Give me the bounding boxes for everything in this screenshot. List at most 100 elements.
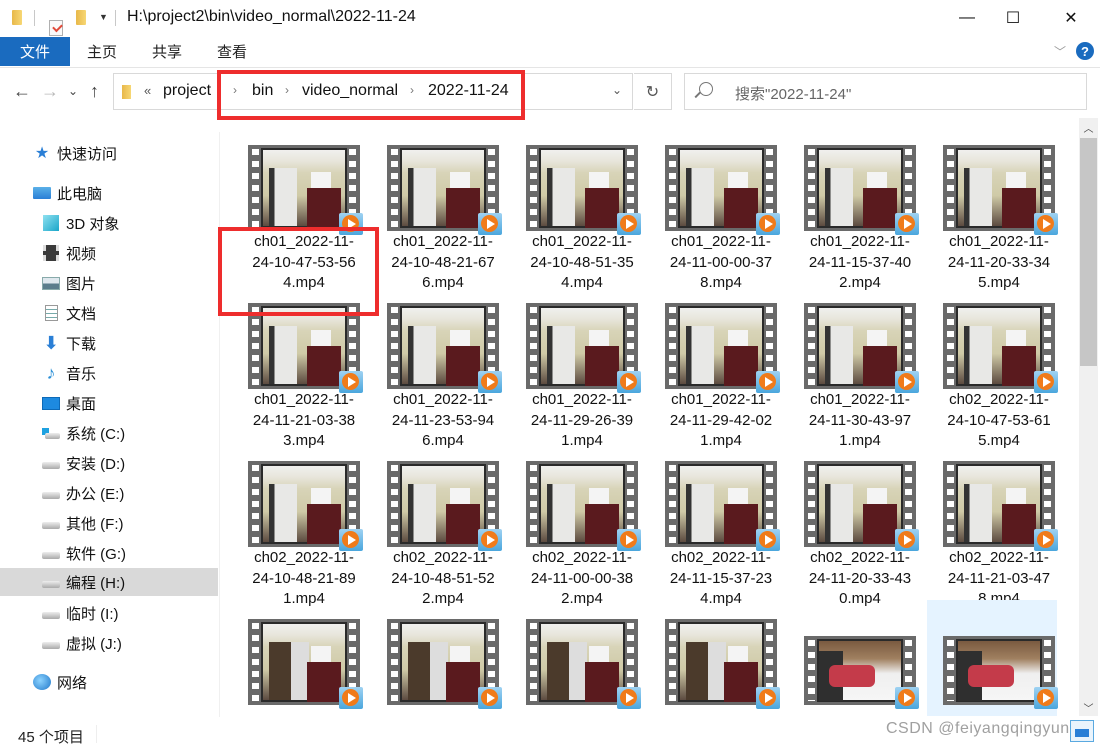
file-item[interactable]: ch01_2022-11- 24-11-15-37-40 2.mp4 (788, 126, 919, 291)
file-item[interactable]: ch02_2022-11- 24-10-47-53-61 5.mp4 (927, 284, 1058, 449)
video-thumbnail (943, 461, 1058, 551)
sidebar-item-pictures[interactable]: 图片 (0, 269, 218, 297)
sidebar-item-music[interactable]: ♪ 音乐 (0, 359, 218, 387)
file-item[interactable]: ch02_2022-11- 24-11-21-03-47 8.mp4 (927, 442, 1058, 607)
tab-home[interactable]: 主页 (87, 37, 117, 66)
sidebar-item-drive-c[interactable]: 系统 (C:) (0, 419, 218, 447)
file-item[interactable] (371, 600, 502, 716)
sidebar-item-label: 文档 (66, 305, 97, 323)
sidebar-item-drive-f[interactable]: 其他 (F:) (0, 509, 218, 537)
minimize-button[interactable]: — (944, 0, 990, 36)
large-icons-view-button[interactable] (1070, 720, 1094, 742)
tab-share[interactable]: 共享 (152, 37, 182, 66)
file-item[interactable]: ch01_2022-11- 24-11-00-00-37 8.mp4 (649, 126, 780, 291)
scrollbar-thumb[interactable] (1080, 138, 1097, 366)
sidebar-item-this-pc[interactable]: 此电脑 (0, 179, 218, 207)
video-thumbnail (248, 461, 363, 551)
recent-locations-button[interactable]: ⌄ (68, 84, 78, 98)
video-thumbnail (804, 636, 919, 709)
breadcrumb-bin[interactable]: bin (252, 82, 273, 100)
breadcrumb-video-normal[interactable]: video_normal (302, 82, 398, 100)
search-input[interactable]: 搜索"2022-11-24" (684, 73, 1087, 110)
vertical-scrollbar[interactable]: ︿ ﹀ (1079, 118, 1098, 716)
file-item[interactable]: ch01_2022-11- 24-10-47-53-56 4.mp4 (232, 126, 363, 291)
expand-ribbon-icon[interactable]: ﹀ (1054, 43, 1066, 60)
sidebar-item-documents[interactable]: 文档 (0, 299, 218, 327)
sidebar-item-network[interactable]: 网络 (0, 668, 218, 696)
sidebar-item-quick-access[interactable]: ★ 快速访问 (0, 139, 218, 167)
file-item[interactable] (927, 600, 1058, 716)
file-item[interactable]: ch02_2022-11- 24-11-00-00-38 2.mp4 (510, 442, 641, 607)
video-frame (400, 148, 486, 228)
sidebar-item-label: 系统 (C:) (66, 425, 126, 443)
ribbon: 文件 主页 共享 查看 ﹀ ? (0, 36, 1100, 68)
properties-icon[interactable] (49, 20, 63, 36)
breadcrumb-separator[interactable]: › (285, 83, 289, 97)
breadcrumb-separator[interactable]: › (233, 83, 237, 97)
file-item[interactable] (788, 600, 919, 716)
sidebar-item-videos[interactable]: 视频 (0, 239, 218, 267)
file-item[interactable] (510, 600, 641, 716)
file-item[interactable]: ch01_2022-11- 24-11-29-42-02 1.mp4 (649, 284, 780, 449)
file-item[interactable]: ch01_2022-11- 24-11-23-53-94 6.mp4 (371, 284, 502, 449)
file-name-line: ch01_2022-11- (532, 233, 632, 250)
sidebar-item-3d-objects[interactable]: 3D 对象 (0, 209, 218, 237)
pictures-icon (42, 274, 60, 292)
video-thumbnail (387, 145, 502, 235)
film-strip-icon (669, 149, 676, 227)
help-icon[interactable]: ? (1076, 42, 1094, 60)
video-thumbnail (387, 303, 502, 393)
sidebar-item-drive-j[interactable]: 虚拟 (J:) (0, 629, 218, 657)
sidebar-item-drive-i[interactable]: 临时 (I:) (0, 599, 218, 627)
tab-file[interactable]: 文件 (0, 37, 70, 66)
sidebar-item-drive-d[interactable]: 安装 (D:) (0, 449, 218, 477)
maximize-button[interactable]: ☐ (990, 0, 1036, 36)
breadcrumb-project[interactable]: project (163, 82, 211, 100)
refresh-button[interactable]: ↻ (634, 73, 672, 110)
file-item[interactable]: ch01_2022-11- 24-11-30-43-97 1.mp4 (788, 284, 919, 449)
sidebar-item-label: 此电脑 (57, 185, 103, 203)
breadcrumb-date-folder[interactable]: 2022-11-24 (428, 82, 509, 100)
file-item[interactable]: ch02_2022-11- 24-11-20-33-43 0.mp4 (788, 442, 919, 607)
film-strip-icon (808, 149, 815, 227)
video-thumbnail (248, 619, 363, 709)
thumbnail-image (958, 308, 1040, 386)
file-item[interactable]: ch02_2022-11- 24-10-48-51-52 2.mp4 (371, 442, 502, 607)
customize-toolbar-icon[interactable]: ▼ (99, 12, 108, 22)
scroll-up-icon[interactable]: ︿ (1079, 118, 1098, 136)
file-item[interactable] (649, 600, 780, 716)
tab-view[interactable]: 查看 (217, 37, 247, 66)
video-thumbnail (943, 636, 1058, 709)
sidebar-item-drive-g[interactable]: 软件 (G:) (0, 539, 218, 567)
film-strip-icon (252, 149, 259, 227)
file-item[interactable]: ch01_2022-11- 24-10-48-51-35 4.mp4 (510, 126, 641, 291)
forward-button[interactable]: → (41, 81, 59, 102)
file-item[interactable] (232, 600, 363, 716)
close-button[interactable]: ✕ (1048, 0, 1094, 36)
back-button[interactable]: ← (13, 81, 31, 102)
sidebar-item-drive-e[interactable]: 办公 (E:) (0, 479, 218, 507)
sidebar-item-desktop[interactable]: 桌面 (0, 389, 218, 417)
file-item[interactable]: ch01_2022-11- 24-11-21-03-38 3.mp4 (232, 284, 363, 449)
file-item[interactable]: ch01_2022-11- 24-11-20-33-34 5.mp4 (927, 126, 1058, 291)
file-name-line: 24-11-21-03-38 (252, 411, 356, 429)
file-item[interactable]: ch01_2022-11- 24-10-48-21-67 6.mp4 (371, 126, 502, 291)
drive-icon (42, 544, 60, 562)
file-item[interactable]: ch02_2022-11- 24-10-48-21-89 1.mp4 (232, 442, 363, 607)
file-item[interactable]: ch01_2022-11- 24-11-29-26-39 1.mp4 (510, 284, 641, 449)
drive-icon (42, 454, 60, 472)
video-thumbnail (804, 303, 919, 393)
drive-icon (42, 484, 60, 502)
address-dropdown-icon[interactable]: ⌄ (612, 83, 622, 97)
new-folder-icon[interactable] (76, 10, 86, 25)
up-button[interactable]: ↑ (90, 81, 99, 102)
breadcrumb-separator[interactable]: › (410, 83, 414, 97)
address-bar[interactable]: « project › bin › video_normal › 2022-11… (113, 73, 633, 110)
scroll-down-icon[interactable]: ﹀ (1079, 698, 1098, 716)
sidebar-item-drive-h[interactable]: 编程 (H:) (0, 568, 218, 596)
sidebar-item-downloads[interactable]: ⬇ 下载 (0, 329, 218, 357)
breadcrumb-overflow[interactable]: « (144, 83, 151, 98)
thumbnail-image (263, 308, 345, 386)
file-item[interactable]: ch02_2022-11- 24-11-15-37-23 4.mp4 (649, 442, 780, 607)
file-name-line: 24-10-48-21-67 (391, 253, 495, 271)
